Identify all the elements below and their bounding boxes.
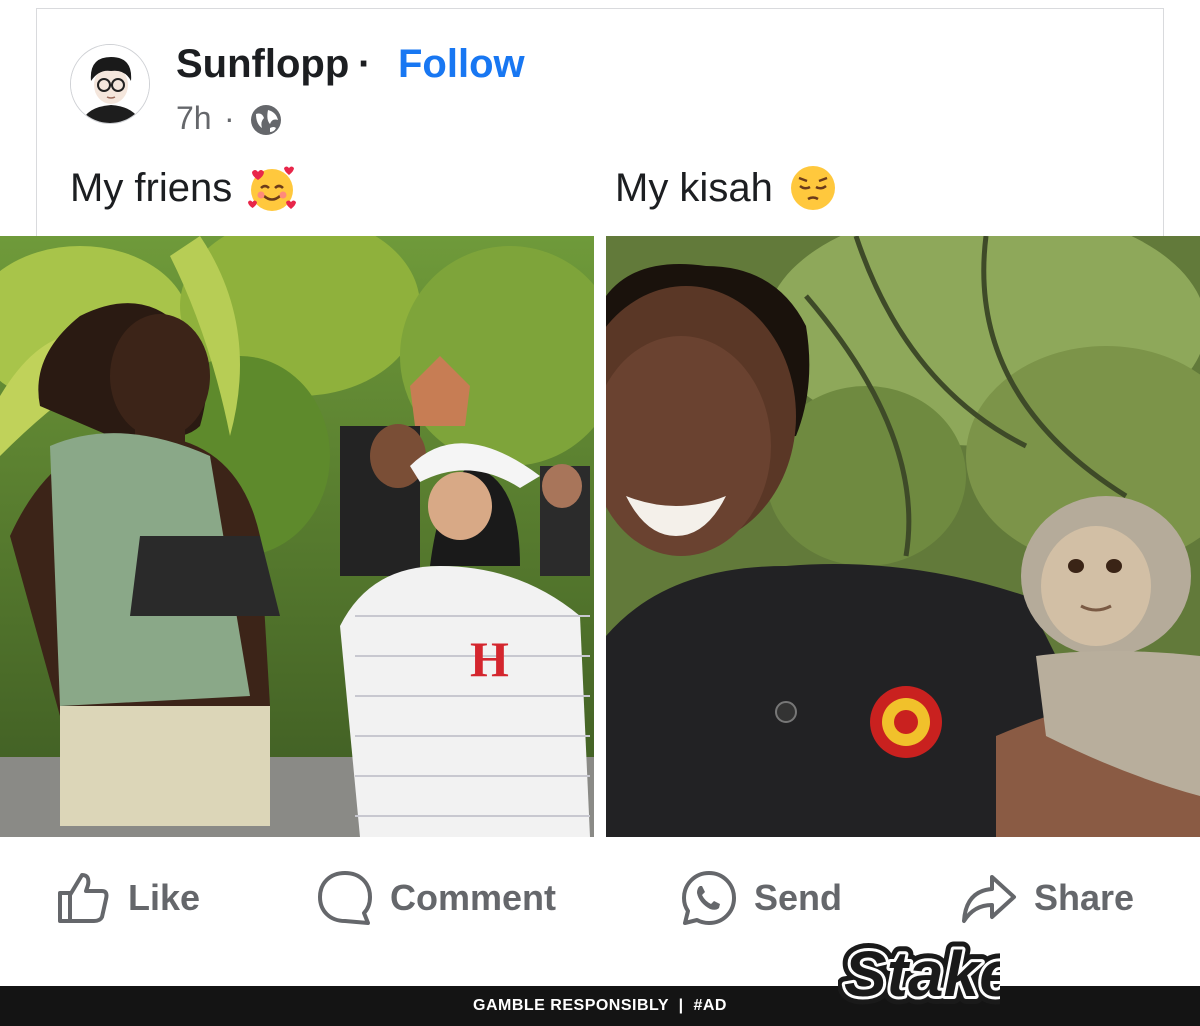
name-separator: · <box>358 42 372 86</box>
comment-label: Comment <box>390 877 557 918</box>
share-arrow-icon <box>962 875 1016 923</box>
send-button[interactable]: Send <box>680 868 842 928</box>
globe-icon <box>251 105 281 135</box>
avatar[interactable] <box>70 44 150 124</box>
comment-bubble-icon <box>318 871 372 925</box>
author-name[interactable]: Sunflopp <box>176 42 349 87</box>
caption-left-text: My friens <box>70 165 233 210</box>
like-button[interactable]: Like <box>54 868 200 928</box>
caption-right: My kisah <box>615 162 839 214</box>
comment-button[interactable]: Comment <box>316 868 556 928</box>
pensive-face-emoji <box>790 166 835 210</box>
share-button[interactable]: Share <box>960 868 1134 928</box>
send-label: Send <box>754 877 843 918</box>
post-photo-friends[interactable]: H <box>0 236 594 837</box>
smiling-face-with-hearts-emoji <box>248 166 297 211</box>
stake-logo[interactable]: Stake Stake Stake <box>838 930 1000 1014</box>
avatar-cartoon-icon <box>71 45 149 123</box>
follow-button[interactable]: Follow <box>398 42 525 87</box>
share-label: Share <box>1034 877 1135 918</box>
ad-disclaimer-text: GAMBLE RESPONSIBLY | #AD <box>473 997 727 1014</box>
time-separator: · <box>224 100 235 136</box>
whatsapp-icon <box>682 871 736 925</box>
post-photo-kisah[interactable] <box>606 236 1200 837</box>
svg-text:Stake: Stake <box>844 938 1000 1010</box>
friends-photo-image: H <box>0 236 594 837</box>
caption-right-text: My kisah <box>615 165 773 210</box>
monkey-selfie-photo-image <box>606 236 1200 837</box>
like-label: Like <box>128 877 201 918</box>
caption-left: My friens <box>70 162 298 214</box>
thumbs-up-icon <box>58 873 109 923</box>
post-timestamp[interactable]: 7h <box>176 100 212 137</box>
svg-text:H: H <box>470 631 509 687</box>
